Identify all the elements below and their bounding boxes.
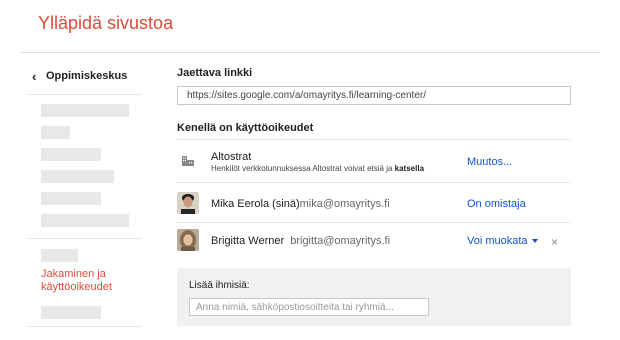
- access-description-permission: katsella: [394, 164, 425, 173]
- access-description: Henkilöt verkkotunnuksessa Altostrat voi…: [211, 164, 424, 173]
- owner-role: On omistaja: [467, 198, 526, 210]
- access-name: Altostrat: [211, 151, 252, 163]
- add-people-box: Lisää ihmisiä:: [177, 268, 571, 326]
- add-people-input[interactable]: [189, 298, 429, 316]
- access-email: brigitta@omayritys.fi: [290, 235, 391, 247]
- row-divider: [177, 139, 571, 140]
- back-link[interactable]: ‹ Oppimiskeskus: [32, 68, 128, 84]
- access-description-text: Henkilöt verkkotunnuksessa Altostrat voi…: [211, 164, 393, 173]
- row-divider: [177, 182, 571, 183]
- sidebar-item-placeholder[interactable]: [41, 306, 101, 319]
- access-name: Mika Eerola (sinä)mika@omayritys.fi: [211, 198, 390, 210]
- permission-dropdown-label: Voi muokata: [467, 235, 528, 247]
- back-link-label: Oppimiskeskus: [46, 70, 128, 82]
- building-icon: [180, 153, 196, 169]
- sidebar-item-placeholder[interactable]: [41, 192, 101, 205]
- header-divider: [20, 52, 600, 53]
- caret-down-icon: [531, 239, 538, 244]
- sidebar-item-placeholder[interactable]: [41, 170, 114, 183]
- remove-icon[interactable]: ×: [551, 235, 558, 249]
- sidebar-divider: [28, 94, 142, 95]
- change-access-link[interactable]: Muutos...: [467, 156, 512, 168]
- access-heading: Kenellä on käyttöoikeudet: [177, 122, 314, 134]
- sidebar-item-sharing[interactable]: Jakaminen ja käyttöoikeudet: [41, 268, 142, 294]
- share-link-heading: Jaettava linkki: [177, 67, 253, 79]
- sidebar-item-placeholder[interactable]: [41, 148, 101, 161]
- avatar: [177, 229, 199, 251]
- row-divider: [177, 222, 571, 223]
- sidebar-item-placeholder[interactable]: [41, 104, 129, 117]
- sidebar-item-placeholder[interactable]: [41, 249, 78, 262]
- avatar: [177, 192, 199, 214]
- access-name: Brigitta Werner brigitta@omayritys.fi: [211, 235, 390, 247]
- permission-dropdown[interactable]: Voi muokata: [467, 235, 538, 247]
- access-person-name: Mika Eerola (sinä): [211, 198, 300, 210]
- sidebar-divider: [28, 238, 142, 239]
- access-email: mika@omayritys.fi: [299, 198, 390, 210]
- sidebar-item-placeholder[interactable]: [41, 214, 129, 227]
- sidebar-item-placeholder[interactable]: [41, 126, 70, 139]
- share-link-field[interactable]: https://sites.google.com/a/omayritys.fi/…: [177, 86, 571, 105]
- chevron-left-icon: ‹: [32, 68, 37, 84]
- app-title: Ylläpidä sivustoa: [38, 13, 174, 33]
- sidebar-divider: [28, 326, 142, 327]
- access-person-name: Brigitta Werner: [211, 235, 285, 247]
- add-people-label: Lisää ihmisiä:: [189, 280, 250, 291]
